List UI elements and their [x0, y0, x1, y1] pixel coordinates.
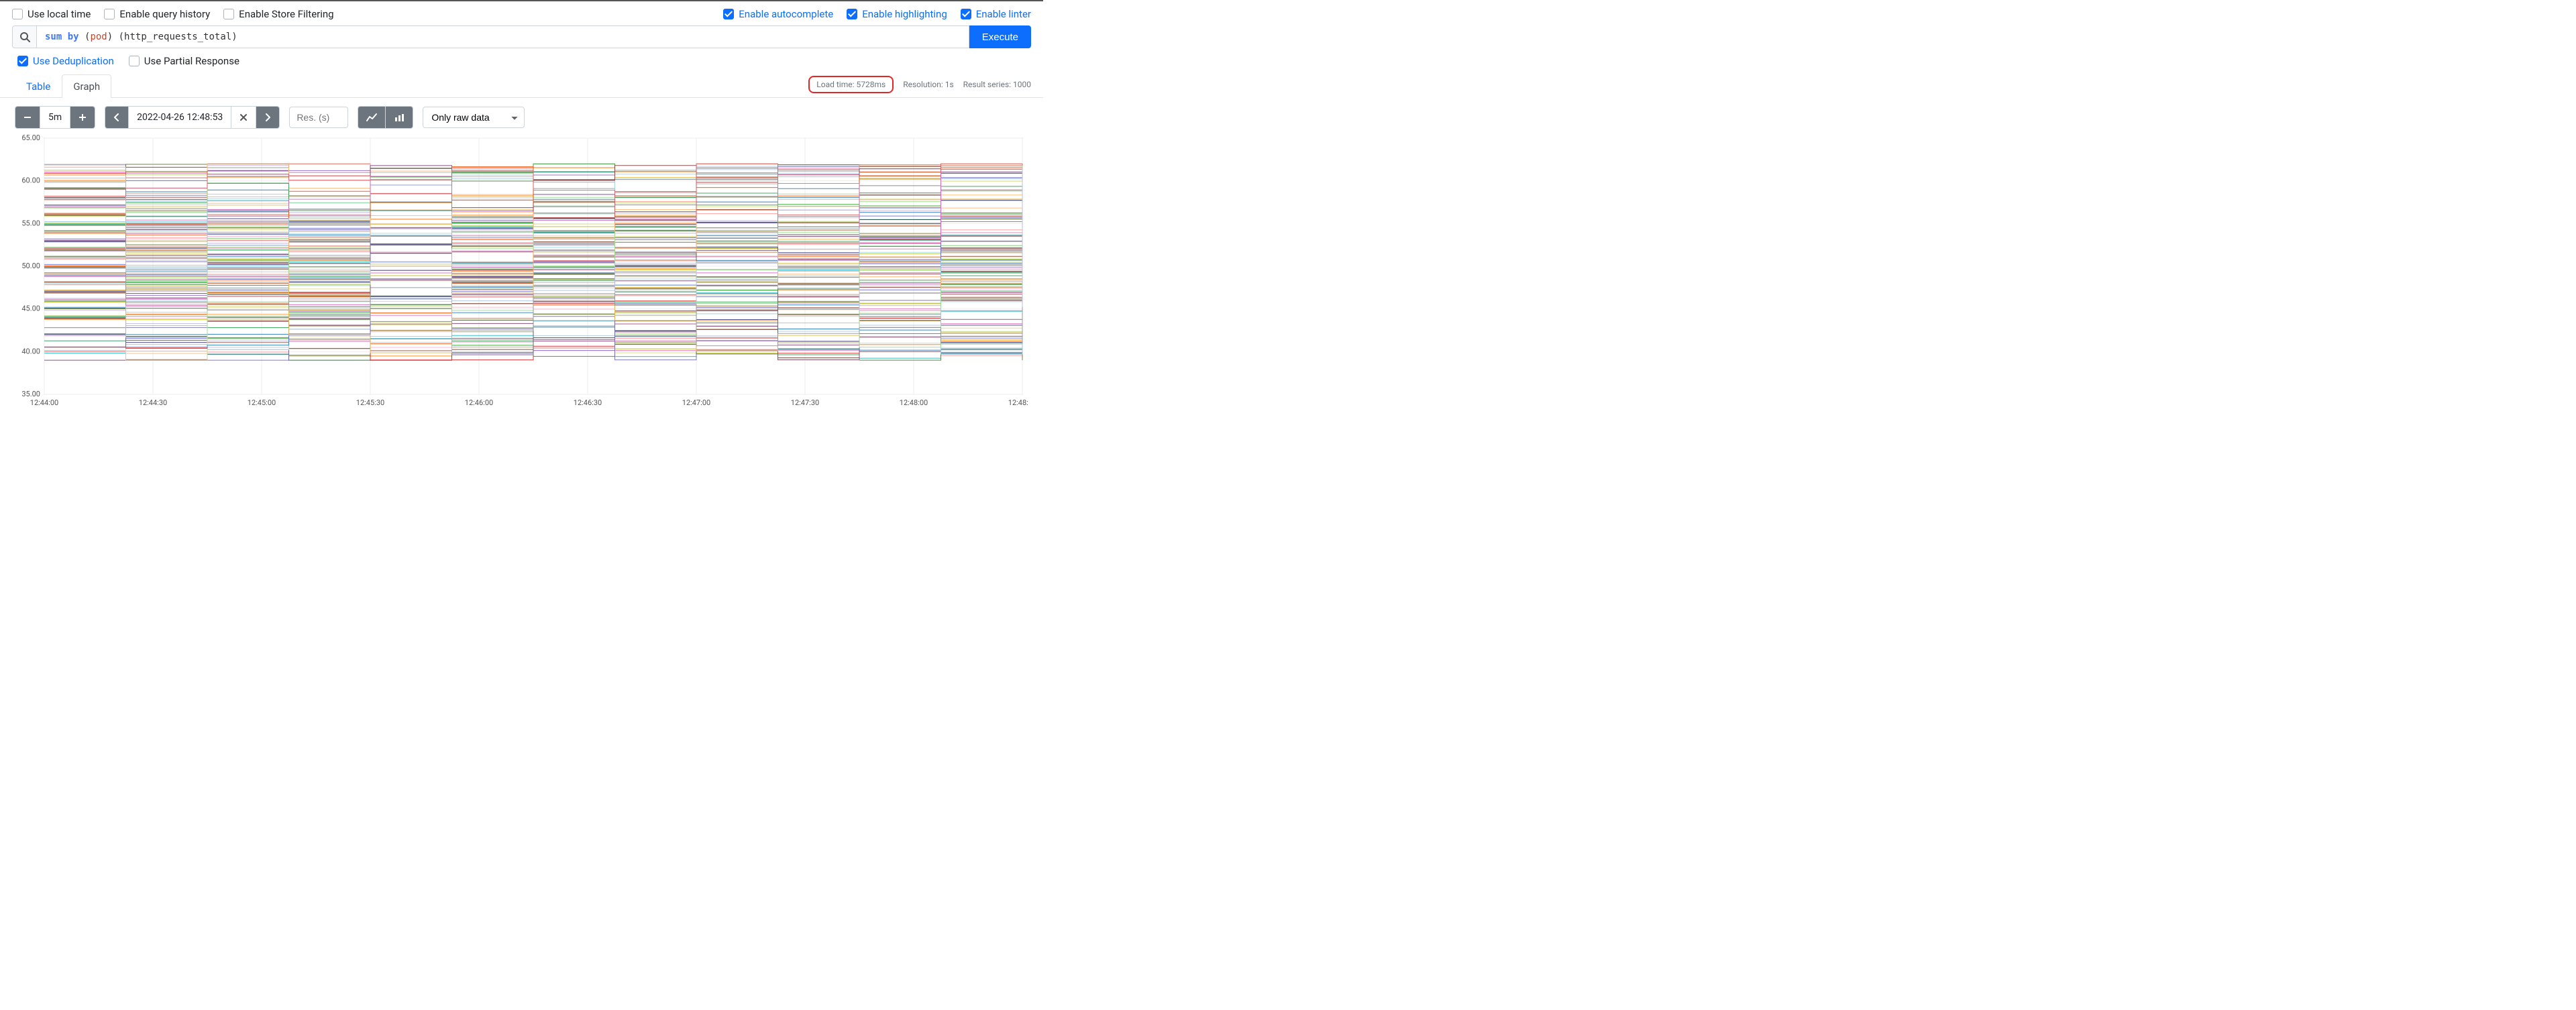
graph-controls: 5m 2022-04-26 12:48:53 Only raw data [0, 98, 1043, 131]
query-input[interactable]: sum by (pod) (http_requests_total) [36, 25, 969, 48]
use-deduplication-checkbox[interactable]: Use Deduplication [17, 55, 114, 67]
svg-text:40.00: 40.00 [21, 347, 40, 355]
enable-query-history-checkbox[interactable]: Enable query history [104, 8, 210, 20]
svg-text:60.00: 60.00 [21, 176, 40, 185]
enable-store-filtering-label: Enable Store Filtering [239, 8, 333, 20]
range-stepper: 5m [15, 106, 95, 129]
svg-text:12:48:30: 12:48:30 [1008, 398, 1028, 407]
svg-text:12:48:00: 12:48:00 [900, 398, 928, 407]
use-partial-response-input[interactable] [129, 56, 140, 66]
svg-text:12:46:00: 12:46:00 [465, 398, 493, 407]
svg-text:12:44:30: 12:44:30 [139, 398, 167, 407]
svg-text:65.00: 65.00 [21, 134, 40, 142]
execute-button[interactable]: Execute [969, 25, 1031, 48]
use-local-time-checkbox[interactable]: Use local time [12, 8, 91, 20]
use-local-time-input[interactable] [12, 9, 23, 19]
enable-autocomplete-input[interactable] [723, 9, 734, 19]
chart-type-toggle [358, 106, 413, 129]
enable-highlighting-label: Enable highlighting [862, 8, 947, 20]
enable-linter-label: Enable linter [976, 8, 1031, 20]
time-prev-button[interactable] [105, 107, 129, 128]
sub-options-bar: Use Deduplication Use Partial Response [0, 48, 1043, 70]
range-value: 5m [40, 107, 70, 128]
query-meta: Load time: 5728ms Resolution: 1s Result … [808, 76, 1031, 97]
top-options-bar: Use local time Enable query history Enab… [0, 0, 1043, 25]
enable-linter-checkbox[interactable]: Enable linter [961, 8, 1031, 20]
enable-store-filtering-checkbox[interactable]: Enable Store Filtering [223, 8, 333, 20]
enable-highlighting-input[interactable] [847, 9, 857, 19]
svg-text:55.00: 55.00 [21, 219, 40, 227]
enable-store-filtering-input[interactable] [223, 9, 234, 19]
use-deduplication-input[interactable] [17, 56, 28, 66]
svg-text:12:45:30: 12:45:30 [356, 398, 384, 407]
range-increase-button[interactable] [70, 107, 95, 128]
enable-autocomplete-checkbox[interactable]: Enable autocomplete [723, 8, 833, 20]
svg-text:12:47:00: 12:47:00 [682, 398, 710, 407]
time-stepper: 2022-04-26 12:48:53 [105, 106, 280, 129]
time-clear-button[interactable] [231, 107, 256, 128]
result-series-label: Result series: 1000 [963, 80, 1031, 89]
resolution-input[interactable] [289, 107, 348, 128]
svg-text:12:47:30: 12:47:30 [791, 398, 819, 407]
chart-area: 35.00 40.00 45.00 50.00 55.00 60.00 65.00 12:44… [0, 131, 1043, 416]
resolution-label: Resolution: 1s [903, 80, 953, 89]
use-partial-response-checkbox[interactable]: Use Partial Response [129, 55, 239, 67]
line-chart-icon[interactable] [358, 107, 386, 128]
enable-linter-input[interactable] [961, 9, 971, 19]
time-series-chart[interactable]: 35.00 40.00 45.00 50.00 55.00 60.00 65.00 12:44… [15, 134, 1028, 409]
enable-query-history-input[interactable] [104, 9, 115, 19]
time-value[interactable]: 2022-04-26 12:48:53 [129, 107, 231, 128]
search-icon[interactable] [12, 25, 36, 48]
svg-text:12:46:30: 12:46:30 [574, 398, 602, 407]
load-time-badge: Load time: 5728ms [808, 76, 894, 93]
enable-highlighting-checkbox[interactable]: Enable highlighting [847, 8, 947, 20]
data-mode-select[interactable]: Only raw data [423, 107, 525, 128]
use-deduplication-label: Use Deduplication [33, 55, 114, 67]
stacked-chart-icon[interactable] [386, 107, 413, 128]
tab-graph[interactable]: Graph [62, 74, 111, 98]
tab-table[interactable]: Table [15, 74, 62, 98]
enable-autocomplete-label: Enable autocomplete [739, 8, 833, 20]
use-local-time-label: Use local time [28, 8, 91, 20]
svg-text:12:45:00: 12:45:00 [248, 398, 276, 407]
query-row: sum by (pod) (http_requests_total) Execu… [0, 25, 1043, 48]
svg-text:45.00: 45.00 [21, 304, 40, 313]
tabs-row: Table Graph Load time: 5728ms Resolution… [0, 70, 1043, 98]
enable-query-history-label: Enable query history [119, 8, 210, 20]
range-decrease-button[interactable] [15, 107, 40, 128]
svg-text:50.00: 50.00 [21, 262, 40, 270]
time-next-button[interactable] [256, 107, 279, 128]
svg-text:12:44:00: 12:44:00 [30, 398, 58, 407]
use-partial-response-label: Use Partial Response [144, 55, 239, 67]
svg-text:35.00: 35.00 [21, 390, 40, 398]
